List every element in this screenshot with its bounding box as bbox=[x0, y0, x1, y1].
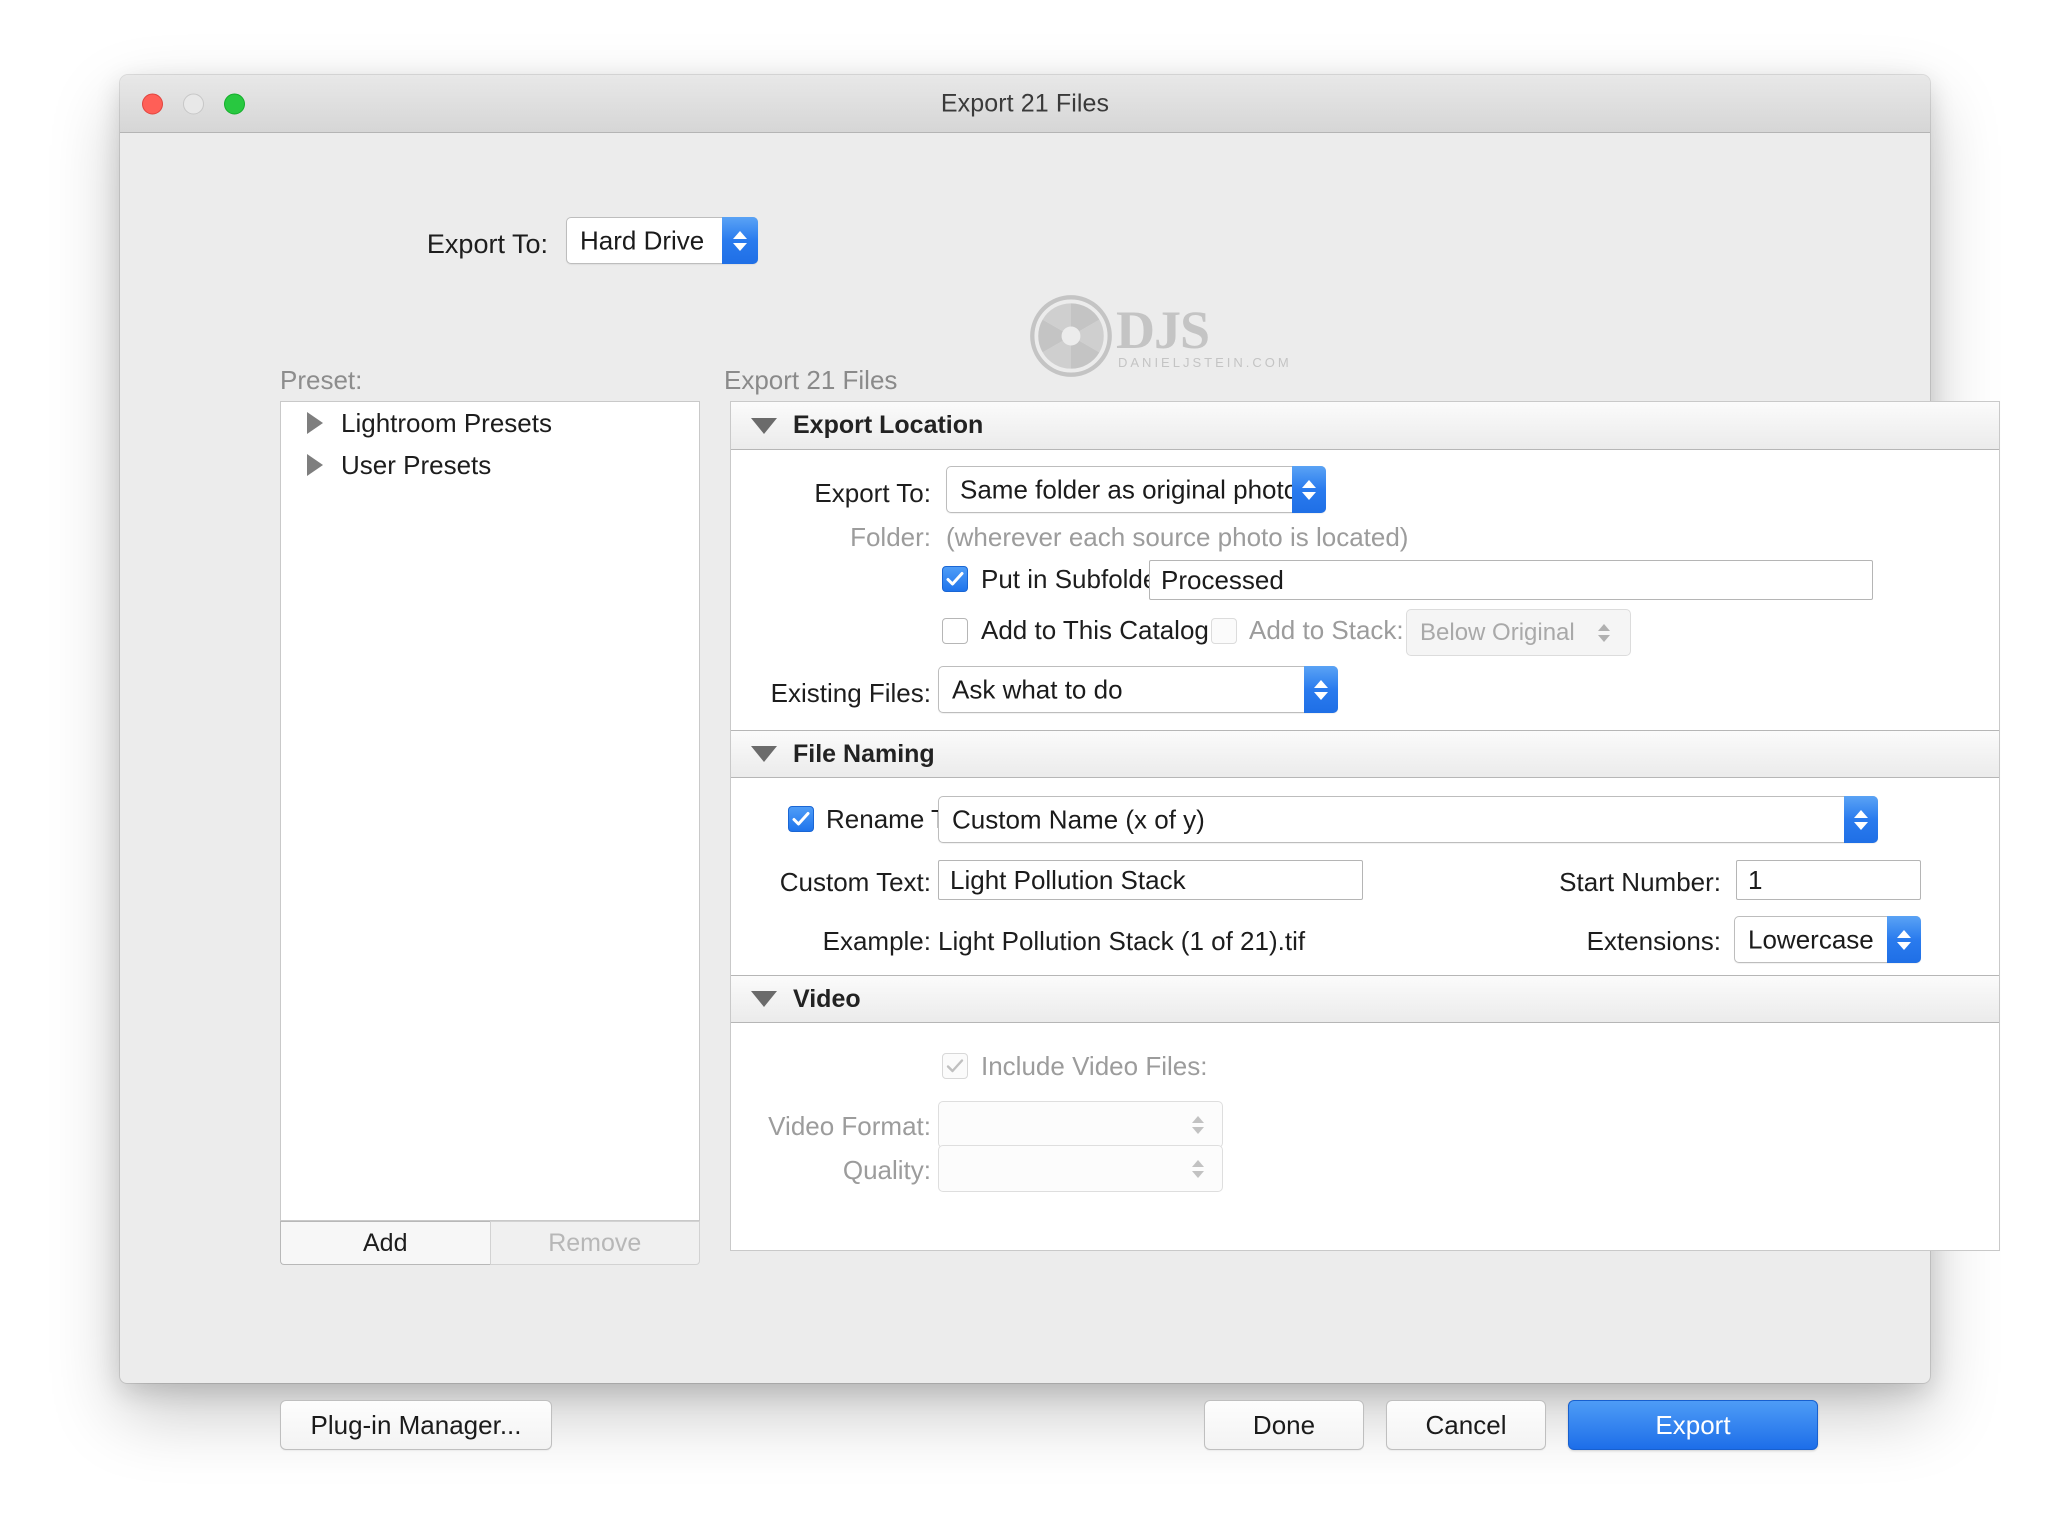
dialog-content: Export To: Hard Drive DJS DANIELJSTEIN.C… bbox=[120, 133, 2000, 1450]
add-to-catalog-label: Add to This Catalog bbox=[981, 615, 1209, 645]
preset-label: Preset: bbox=[280, 365, 363, 395]
section-header-video[interactable]: Video bbox=[731, 975, 1999, 1023]
include-video-checkbox bbox=[942, 1053, 968, 1079]
quality-label: Quality: bbox=[842, 1155, 931, 1185]
existing-files-label: Existing Files: bbox=[770, 678, 931, 708]
subfolder-value: Processed bbox=[1161, 564, 1284, 595]
checkmark-icon bbox=[946, 572, 964, 586]
start-number-value: 1 bbox=[1748, 864, 1763, 895]
stepper-arrows-icon[interactable] bbox=[1887, 916, 1921, 963]
logo-tagline: DANIELJSTEIN.COM bbox=[1118, 355, 1292, 370]
logo-wordmark: DJS bbox=[1116, 300, 1210, 360]
extensions-label: Extensions: bbox=[1586, 926, 1721, 956]
top-export-to-value: Hard Drive bbox=[580, 225, 705, 255]
section-body-file-naming: Rename To: Custom Name (x of y) Custom T… bbox=[731, 778, 1999, 975]
example-value: Light Pollution Stack (1 of 21).tif bbox=[938, 926, 1306, 956]
put-in-subfolder-label: Put in Subfolder: bbox=[981, 564, 1174, 594]
stepper-arrows-icon[interactable] bbox=[1304, 666, 1338, 713]
custom-text-value: Light Pollution Stack bbox=[950, 864, 1186, 895]
rename-to-checkbox[interactable] bbox=[788, 806, 814, 832]
export-to-dropdown[interactable]: Same folder as original photo bbox=[946, 466, 1326, 513]
remove-preset-button: Remove bbox=[489, 1221, 700, 1265]
chevron-down-icon[interactable] bbox=[751, 991, 777, 1007]
video-format-label: Video Format: bbox=[768, 1111, 931, 1141]
section-body-export-location: Export To: Same folder as original photo… bbox=[731, 450, 1999, 668]
djs-logo: DJS DANIELJSTEIN.COM bbox=[1028, 293, 1289, 379]
add-to-stack-label: Add to Stack: bbox=[1249, 615, 1404, 645]
quality-dropdown bbox=[938, 1145, 1223, 1192]
folder-value: (wherever each source photo is located) bbox=[946, 522, 1409, 552]
section-title: Export Location bbox=[793, 411, 984, 439]
chevron-right-icon[interactable] bbox=[307, 412, 323, 434]
example-label: Example: bbox=[822, 926, 931, 956]
top-export-to-dropdown[interactable]: Hard Drive bbox=[566, 217, 758, 264]
section-body-existing-files: Existing Files: Ask what to do bbox=[731, 666, 1999, 730]
preset-group-lightroom[interactable]: Lightroom Presets bbox=[281, 402, 699, 444]
custom-text-input[interactable]: Light Pollution Stack bbox=[938, 860, 1363, 900]
extensions-value: Lowercase bbox=[1748, 924, 1874, 954]
dialog-actions: Done Cancel Export bbox=[1204, 1400, 1818, 1450]
folder-label: Folder: bbox=[850, 522, 931, 552]
plugin-manager-button[interactable]: Plug-in Manager... bbox=[280, 1400, 552, 1450]
section-title: Video bbox=[793, 984, 861, 1013]
preset-group-user[interactable]: User Presets bbox=[281, 444, 699, 486]
files-subtitle: Export 21 Files bbox=[724, 365, 898, 395]
stepper-arrows-icon bbox=[1586, 609, 1622, 656]
include-video-label: Include Video Files: bbox=[981, 1051, 1208, 1081]
existing-files-value: Ask what to do bbox=[952, 674, 1123, 704]
cancel-button[interactable]: Cancel bbox=[1386, 1400, 1546, 1450]
add-to-stack-value: Below Original bbox=[1420, 618, 1575, 646]
export-to-label: Export To: bbox=[814, 478, 931, 508]
stepper-arrows-icon bbox=[1180, 1145, 1216, 1192]
chevron-down-icon[interactable] bbox=[751, 417, 777, 434]
export-button[interactable]: Export bbox=[1568, 1400, 1818, 1450]
export-dialog-window: Export 21 Files Export To: Hard Drive DJ… bbox=[120, 75, 2000, 1450]
add-to-stack-dropdown: Below Original bbox=[1406, 609, 1631, 656]
stepper-arrows-icon[interactable] bbox=[1292, 466, 1326, 513]
put-in-subfolder-checkbox[interactable] bbox=[942, 566, 968, 592]
chevron-right-icon[interactable] bbox=[307, 454, 323, 476]
stepper-arrows-icon bbox=[1180, 1101, 1216, 1148]
camera-aperture-icon bbox=[1030, 295, 1112, 377]
section-header-export-location[interactable]: Export Location bbox=[731, 402, 1999, 450]
window-title: Export 21 Files bbox=[940, 89, 1110, 117]
section-title: File Naming bbox=[793, 739, 935, 768]
section-header-file-naming[interactable]: File Naming bbox=[731, 730, 1999, 778]
top-export-to-label: Export To: bbox=[426, 229, 548, 259]
stepper-arrows-icon[interactable] bbox=[722, 217, 758, 264]
preset-list-panel: Lightroom Presets User Presets bbox=[280, 401, 700, 1221]
extensions-dropdown[interactable]: Lowercase bbox=[1734, 916, 1921, 963]
custom-text-label: Custom Text: bbox=[779, 867, 931, 897]
rename-to-value: Custom Name (x of y) bbox=[952, 804, 1205, 834]
rename-to-dropdown[interactable]: Custom Name (x of y) bbox=[938, 796, 1878, 843]
add-preset-button[interactable]: Add bbox=[280, 1221, 490, 1265]
preset-group-label: User Presets bbox=[341, 449, 492, 480]
existing-files-dropdown[interactable]: Ask what to do bbox=[938, 666, 1338, 713]
add-to-stack-checkbox bbox=[1211, 618, 1237, 644]
done-button[interactable]: Done bbox=[1204, 1400, 1364, 1450]
section-body-video: Include Video Files: Video Format: Quali… bbox=[731, 1023, 1999, 1223]
window-titlebar: Export 21 Files bbox=[120, 75, 1930, 133]
preset-group-label: Lightroom Presets bbox=[341, 407, 552, 438]
subfolder-input[interactable]: Processed bbox=[1149, 560, 1873, 600]
stepper-arrows-icon[interactable] bbox=[1844, 796, 1878, 843]
preset-actions: Add Remove bbox=[280, 1221, 700, 1265]
export-to-value: Same folder as original photo bbox=[960, 474, 1299, 504]
start-number-label: Start Number: bbox=[1559, 867, 1721, 897]
checkmark-icon bbox=[946, 1059, 964, 1073]
video-format-dropdown bbox=[938, 1101, 1223, 1148]
settings-panel: Export Location Export To: Same folder a… bbox=[730, 401, 2000, 1251]
add-to-catalog-checkbox[interactable] bbox=[942, 618, 968, 644]
checkmark-icon bbox=[792, 812, 810, 826]
start-number-input[interactable]: 1 bbox=[1736, 860, 1921, 900]
chevron-down-icon[interactable] bbox=[751, 746, 777, 762]
